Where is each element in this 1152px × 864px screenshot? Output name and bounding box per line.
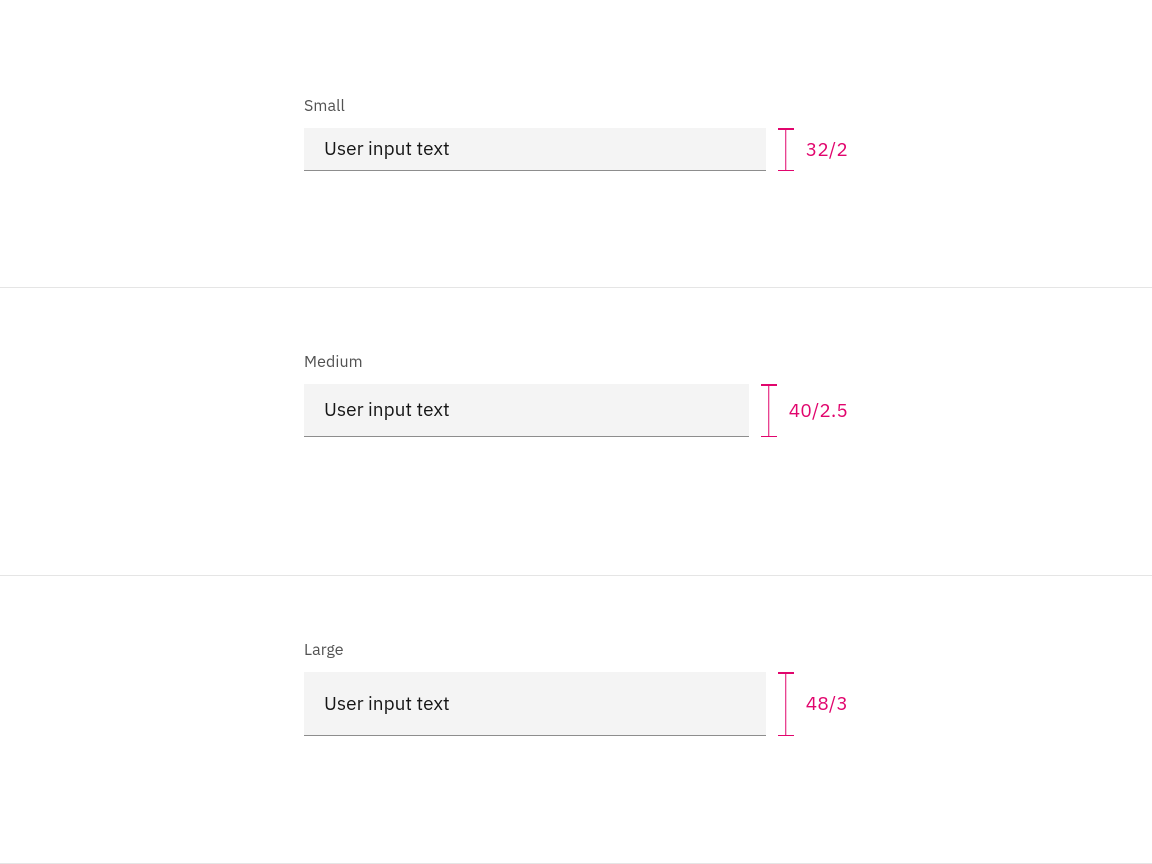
text-input-large[interactable] — [304, 672, 766, 736]
dimension-bracket-icon — [761, 384, 777, 437]
field-label-medium: Medium — [304, 352, 848, 372]
size-section-small: Small 32/2 — [0, 0, 1152, 288]
height-spec-value-small: 32/2 — [806, 138, 848, 162]
field-wrap-medium: 40/2.5 — [304, 384, 848, 437]
text-input-medium[interactable] — [304, 384, 749, 437]
field-wrap-small: 32/2 — [304, 128, 848, 171]
height-spec-large: 48/3 — [778, 672, 848, 736]
field-label-large: Large — [304, 640, 848, 660]
size-section-large: Large 48/3 — [0, 576, 1152, 864]
height-spec-medium: 40/2.5 — [761, 384, 848, 437]
height-spec-small: 32/2 — [778, 128, 848, 171]
text-input-small[interactable] — [304, 128, 766, 171]
field-label-small: Small — [304, 96, 848, 116]
height-spec-value-large: 48/3 — [806, 692, 848, 716]
dimension-bracket-icon — [778, 128, 794, 171]
field-wrap-large: 48/3 — [304, 672, 848, 736]
height-spec-value-medium: 40/2.5 — [789, 399, 848, 423]
dimension-bracket-icon — [778, 672, 794, 736]
size-section-medium: Medium 40/2.5 — [0, 288, 1152, 576]
